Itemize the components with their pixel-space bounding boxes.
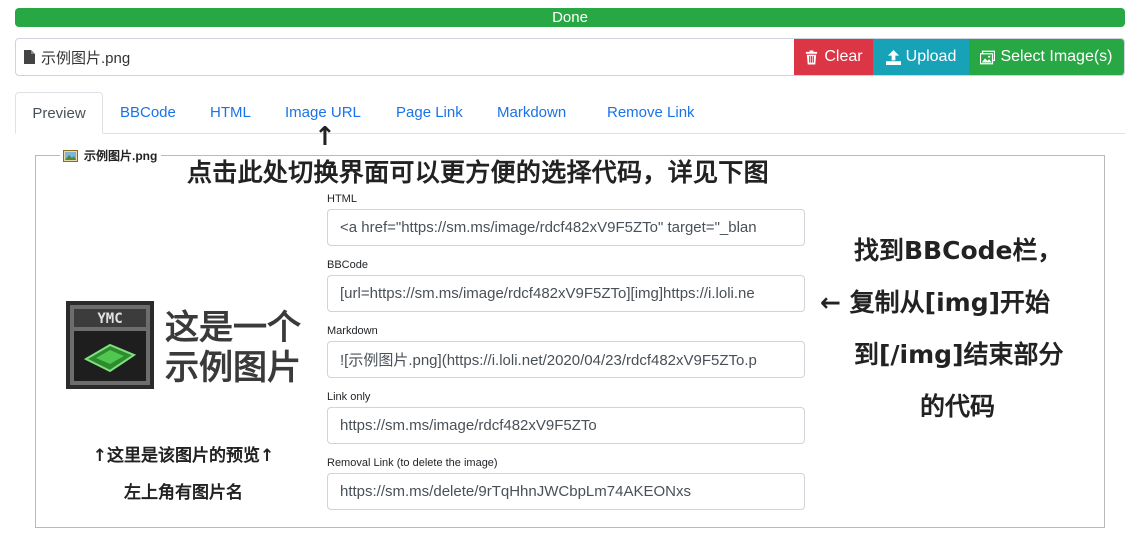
markdown-field-group: Markdown ![示例图片.png](https://i.loli.net/…: [327, 325, 805, 378]
annotation-switch-tabs: 点击此处切换界面可以更方便的选择代码，详见下图: [185, 158, 771, 188]
removal-link-field[interactable]: https://sm.ms/delete/9rTqHhnJWCbpLm74AKE…: [327, 473, 805, 510]
removal-link-field-label: Removal Link (to delete the image): [327, 457, 498, 469]
file-icon: [24, 50, 35, 64]
annotation-right-line3: 到[/img]结束部分: [854, 340, 1064, 369]
bbcode-code-field[interactable]: [url=https://sm.ms/image/rdcf482xV9F5ZTo…: [327, 275, 805, 312]
link-only-field-group: Link only https://sm.ms/image/rdcf482xV9…: [327, 391, 805, 444]
tab-html[interactable]: HTML: [210, 92, 251, 134]
annotation-bbcode-instructions: 找到BBCode栏， ← 复制从[img]开始 到[/img]结束部分 的代码: [820, 225, 1064, 433]
clear-button[interactable]: Clear: [794, 39, 873, 75]
removal-link-field-group: Removal Link (to delete the image) https…: [327, 457, 805, 510]
html-field-label: HTML: [327, 193, 357, 205]
images-icon: [980, 50, 996, 64]
file-input-bar[interactable]: 示例图片.png Clear Upload Select Image(s): [15, 38, 1125, 76]
file-name-display[interactable]: 示例图片.png: [16, 47, 794, 68]
bbcode-field-label: BBCode: [327, 259, 368, 271]
upload-icon: [885, 49, 901, 65]
annotation-right-line4: 的代码: [920, 392, 996, 421]
preview-legend: 示例图片.png: [60, 147, 162, 164]
bbcode-field-group: BBCode [url=https://sm.ms/image/rdcf482x…: [327, 259, 805, 312]
link-only-field-label: Link only: [327, 391, 371, 403]
html-field-group: HTML <a href="https://sm.ms/image/rdcf48…: [327, 193, 805, 246]
tab-preview[interactable]: Preview: [15, 92, 103, 134]
tab-page-link[interactable]: Page Link: [396, 92, 463, 134]
preview-image-logo: YMC: [66, 301, 154, 389]
clear-button-label: Clear: [824, 48, 863, 65]
select-images-button[interactable]: Select Image(s): [969, 39, 1124, 75]
tab-bar: Preview BBCode HTML Image URL Page Link …: [15, 92, 1125, 134]
tab-remove-link[interactable]: Remove Link: [607, 92, 695, 134]
trash-icon: [806, 49, 818, 65]
image-file-icon: [63, 149, 78, 162]
html-code-field[interactable]: <a href="https://sm.ms/image/rdcf482xV9F…: [327, 209, 805, 246]
upload-button-label: Upload: [905, 48, 957, 65]
annotation-preview: ↑这里是该图片的预览↑ 左上角有图片名: [66, 438, 301, 512]
annotation-preview-line2: 左上角有图片名: [124, 483, 243, 503]
logo-label: YMC: [97, 311, 122, 327]
tab-markdown[interactable]: Markdown: [497, 92, 566, 134]
tab-bbcode[interactable]: BBCode: [120, 92, 176, 134]
preview-image-caption: 这是一个 示例图片: [165, 308, 301, 388]
upload-button[interactable]: Upload: [873, 39, 969, 75]
preview-legend-text: 示例图片.png: [84, 149, 158, 163]
tab-pointer-arrow: ↑: [314, 122, 336, 152]
preview-caption-line1: 这是一个: [165, 308, 301, 348]
markdown-code-field[interactable]: ![示例图片.png](https://i.loli.net/2020/04/2…: [327, 341, 805, 378]
upload-progress-bar: Done: [15, 8, 1125, 27]
annotation-right-line2: ← 复制从[img]开始: [820, 288, 1051, 317]
file-name-text: 示例图片.png: [41, 49, 131, 67]
markdown-field-label: Markdown: [327, 325, 378, 337]
annotation-preview-line1: ↑这里是该图片的预览↑: [92, 446, 275, 466]
link-only-field[interactable]: https://sm.ms/image/rdcf482xV9F5ZTo: [327, 407, 805, 444]
preview-caption-line2: 示例图片: [165, 348, 301, 388]
annotation-right-line1: 找到BBCode栏，: [854, 236, 1063, 265]
select-images-button-label: Select Image(s): [1000, 48, 1113, 65]
